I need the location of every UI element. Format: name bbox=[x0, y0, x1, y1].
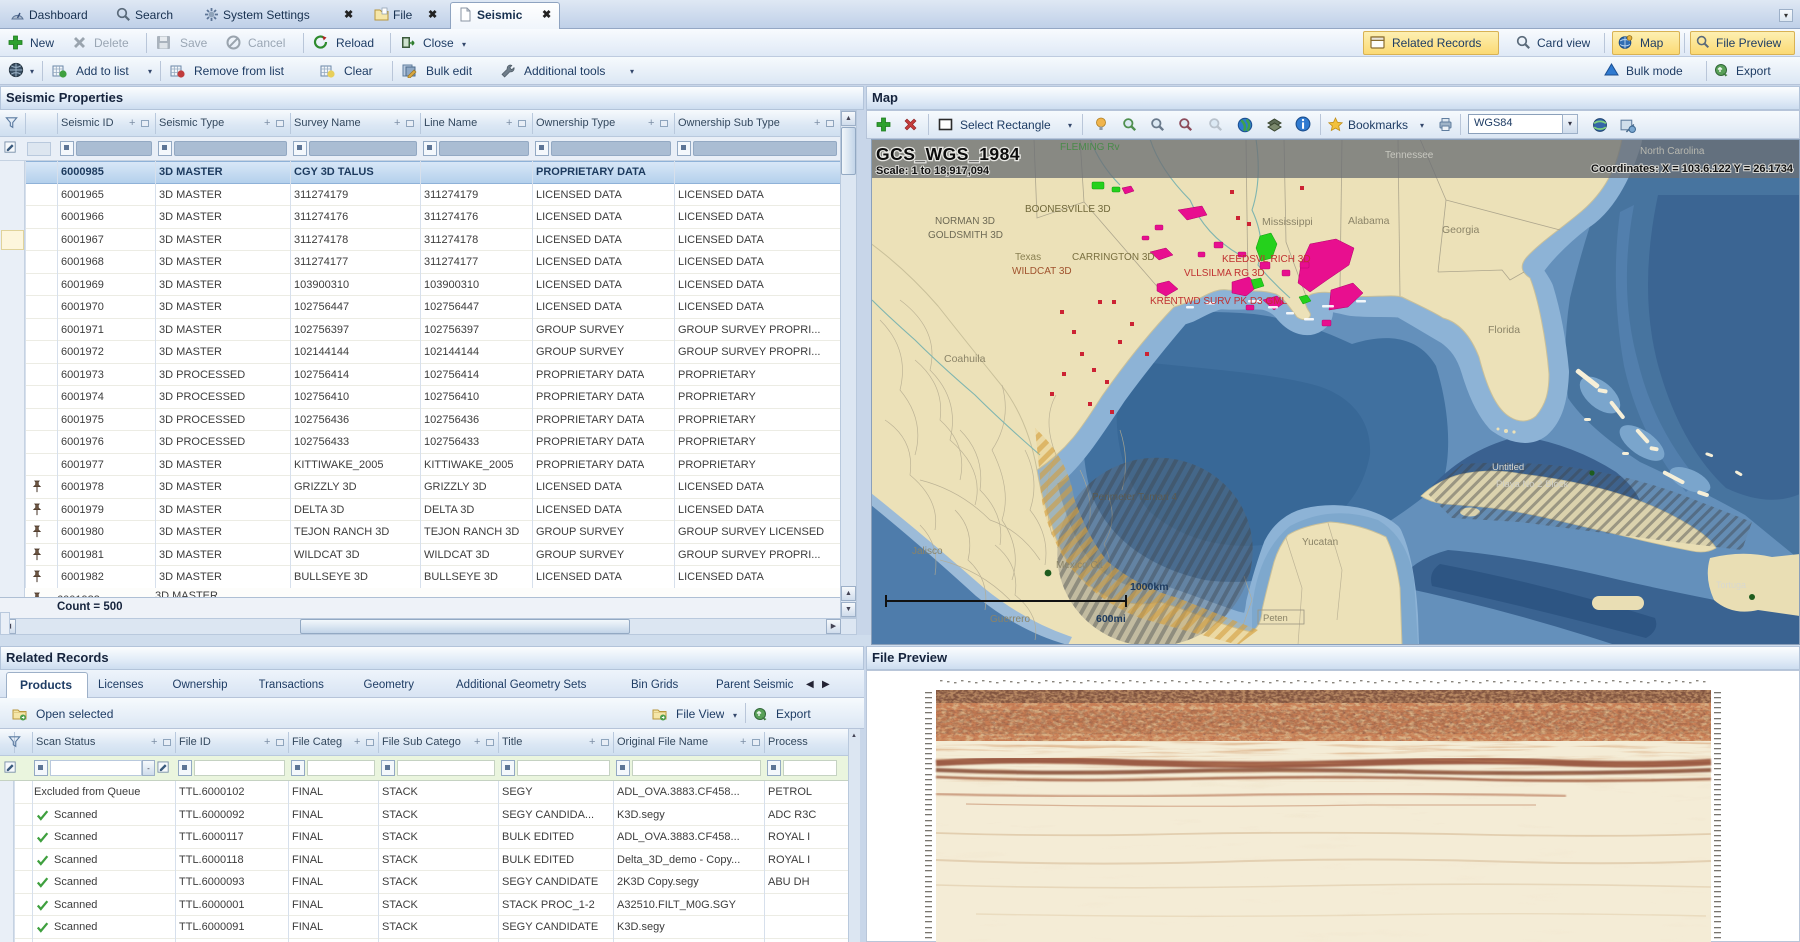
svg-text:Mexico Cit: Mexico Cit bbox=[1056, 560, 1103, 571]
svg-text:FLEMING Rv: FLEMING Rv bbox=[1060, 142, 1119, 153]
svg-text:KEEDSVL RICH 3D: KEEDSVL RICH 3D bbox=[1222, 254, 1311, 265]
svg-text:Coordinates: X = 103.6.122: Coordinates: X = 103.6.122 Y = 26.1734 bbox=[1591, 163, 1794, 175]
svg-text:Tortuga: Tortuga bbox=[1716, 580, 1746, 590]
svg-text:Playa No 2 Block: Playa No 2 Block bbox=[1496, 479, 1569, 490]
svg-text:Perimeter Tumari 4: Perimeter Tumari 4 bbox=[1092, 492, 1177, 503]
svg-text:Alabama: Alabama bbox=[1348, 215, 1390, 227]
svg-text:Tennessee: Tennessee bbox=[1385, 150, 1434, 161]
svg-text:Florida: Florida bbox=[1488, 324, 1520, 336]
svg-text:600mi: 600mi bbox=[1096, 613, 1126, 625]
svg-text:North Carolina: North Carolina bbox=[1640, 146, 1705, 157]
svg-text:Jalisco: Jalisco bbox=[912, 546, 943, 557]
svg-text:Texas: Texas bbox=[1015, 252, 1041, 263]
svg-text:GCS_WGS_1984: GCS_WGS_1984 bbox=[876, 144, 1020, 164]
svg-text:NORMAN 3D: NORMAN 3D bbox=[935, 216, 995, 227]
svg-text:Untitled: Untitled bbox=[1492, 462, 1524, 473]
svg-text:Mississippi: Mississippi bbox=[1262, 216, 1313, 228]
svg-text:Scale: 1 to 18,917,094: Scale: 1 to 18,917,094 bbox=[876, 165, 990, 177]
svg-text:CARRINGTON 3D: CARRINGTON 3D bbox=[1072, 252, 1155, 263]
svg-text:BOONESVILLE 3D: BOONESVILLE 3D bbox=[1025, 204, 1111, 215]
svg-text:Georgia: Georgia bbox=[1442, 224, 1480, 236]
svg-text:1000km: 1000km bbox=[1130, 581, 1169, 593]
svg-text:Peten: Peten bbox=[1263, 613, 1288, 624]
svg-text:VLLSILMA RG 3D: VLLSILMA RG 3D bbox=[1184, 268, 1265, 279]
svg-text:KRENTWD SURV PK D3 GML: KRENTWD SURV PK D3 GML bbox=[1150, 296, 1287, 307]
svg-text:Coahuila: Coahuila bbox=[944, 353, 986, 365]
svg-text:Yucatan: Yucatan bbox=[1302, 537, 1338, 548]
svg-text:Guerrero: Guerrero bbox=[990, 614, 1030, 625]
svg-text:WILDCAT 3D: WILDCAT 3D bbox=[1012, 266, 1072, 277]
svg-text:GOLDSMITH 3D: GOLDSMITH 3D bbox=[928, 230, 1003, 241]
